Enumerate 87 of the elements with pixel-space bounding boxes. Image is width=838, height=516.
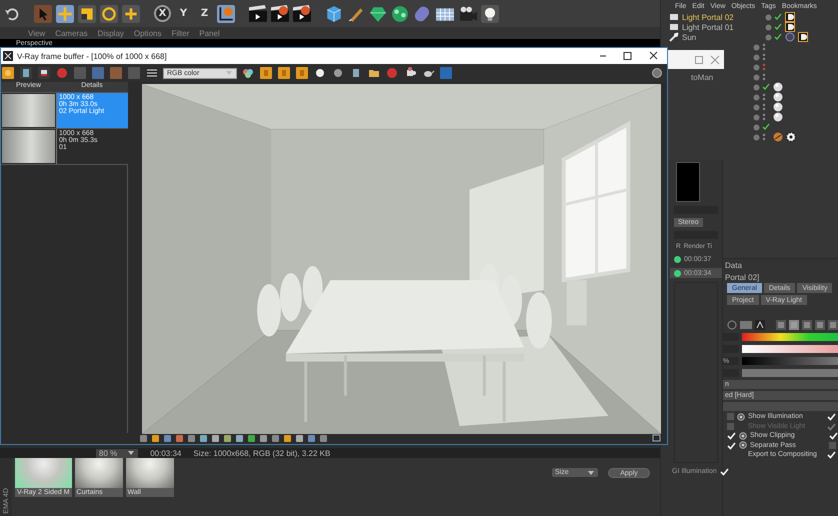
window-icon[interactable] (652, 434, 661, 443)
visibility-dot-icon[interactable] (765, 14, 772, 20)
visibility-dot-icon[interactable] (753, 74, 760, 80)
cluster-icon[interactable] (391, 4, 409, 22)
app-icon (3, 51, 13, 61)
settings-icon[interactable] (651, 67, 663, 79)
save-icon[interactable] (19, 66, 33, 80)
tag-icon[interactable] (785, 22, 795, 32)
scale-icon[interactable] (78, 4, 96, 22)
status-icon[interactable] (762, 123, 770, 131)
plus-icon[interactable] (122, 4, 140, 22)
visibility-dot-icon[interactable] (765, 24, 772, 30)
menu-item[interactable]: Options (134, 28, 162, 38)
rotate-icon[interactable] (100, 4, 118, 22)
visibility-dot-icon[interactable] (753, 134, 760, 140)
render-thumbnail[interactable] (2, 130, 55, 163)
dropdown-field[interactable] (723, 402, 838, 411)
tag-icon[interactable] (798, 32, 808, 42)
sphere-tag-icon[interactable] (773, 112, 783, 122)
swatch-icon[interactable] (740, 320, 752, 330)
preview-box (676, 162, 700, 202)
sphere-tag-icon[interactable] (773, 92, 783, 102)
material-preview (126, 458, 174, 488)
render-time: 00:03:34 (150, 448, 182, 458)
visibility-dot-icon[interactable] (753, 54, 760, 60)
zoom-dropdown[interactable]: 80 % (96, 448, 138, 458)
move-icon[interactable] (56, 4, 74, 22)
caret-icon (225, 69, 233, 77)
color-balls-icon[interactable] (241, 66, 255, 80)
axis-button[interactable]: Y (175, 5, 192, 22)
gear-tag-icon[interactable] (786, 132, 796, 142)
coordinate-system-icon[interactable] (217, 4, 235, 22)
clapperboard-icon[interactable] (271, 4, 289, 22)
visibility-dot-icon[interactable] (765, 34, 772, 40)
material-preview (15, 458, 72, 488)
clapperboard-icon[interactable] (293, 4, 311, 22)
visibility-dot-icon[interactable] (753, 114, 760, 120)
image-info: Size: 1000x668, RGB (32 bit), 3.22 KB (193, 448, 330, 458)
axis-button[interactable]: X (154, 5, 171, 22)
visibility-dot-icon[interactable] (753, 94, 760, 100)
clapperboard-icon[interactable] (249, 4, 267, 22)
status-dot (674, 270, 681, 276)
render-thumbnail[interactable] (2, 94, 55, 127)
object-title: Portal 02] (725, 272, 760, 282)
ring-icon[interactable] (727, 320, 737, 330)
camera-icon[interactable] (459, 4, 477, 22)
disc-icon[interactable] (313, 66, 327, 80)
circle-icon[interactable] (331, 66, 345, 80)
menu-item[interactable]: View (28, 28, 46, 38)
sphere-tag-icon[interactable] (773, 82, 783, 92)
visibility-dot-icon[interactable] (753, 44, 760, 50)
menu-item[interactable]: Display (98, 28, 124, 38)
target-tag-icon[interactable] (785, 32, 795, 42)
object-name[interactable]: Light Portal 02 (682, 12, 758, 22)
image-icon[interactable] (37, 66, 51, 80)
material-preview (74, 458, 123, 488)
checkbox[interactable] (727, 413, 734, 420)
window-title: V-Ray frame buffer - [100% of 1000 x 668] (17, 52, 168, 60)
object-name[interactable]: Sun (682, 32, 758, 42)
object-name[interactable]: toMan (691, 72, 714, 82)
visibility-dot-icon[interactable] (753, 64, 760, 70)
menu-item[interactable]: Cameras (55, 28, 88, 38)
visibility-dot-icon[interactable] (753, 104, 760, 110)
caret-icon (587, 468, 595, 476)
menu-item[interactable]: Filter (171, 28, 190, 38)
material-tag-icon[interactable] (773, 132, 783, 142)
visibility-dot-icon[interactable] (753, 124, 760, 130)
tag-icon[interactable] (785, 12, 795, 22)
object-name[interactable]: Light Portal 01 (682, 22, 758, 32)
status-dot (674, 256, 681, 262)
picker-icon[interactable] (755, 320, 765, 330)
cursor-icon[interactable] (34, 4, 52, 22)
status-icon[interactable] (762, 83, 770, 91)
sun-object-icon (669, 32, 679, 42)
checkbox[interactable] (829, 442, 836, 449)
panel-title: Data (725, 260, 742, 270)
undo-icon[interactable] (4, 6, 20, 22)
axis-button[interactable]: Z (196, 5, 213, 22)
menu-item[interactable]: Panel (199, 28, 220, 38)
render-icon[interactable] (1, 66, 15, 80)
sphere-tag-icon[interactable] (773, 102, 783, 112)
light-bulb-icon[interactable] (481, 4, 499, 22)
gem-icon[interactable] (369, 4, 387, 22)
visibility-dot-icon[interactable] (753, 84, 760, 90)
frame-icon[interactable] (91, 66, 105, 80)
cube-icon[interactable] (325, 4, 343, 22)
zoom-value: 80 % (99, 448, 118, 458)
